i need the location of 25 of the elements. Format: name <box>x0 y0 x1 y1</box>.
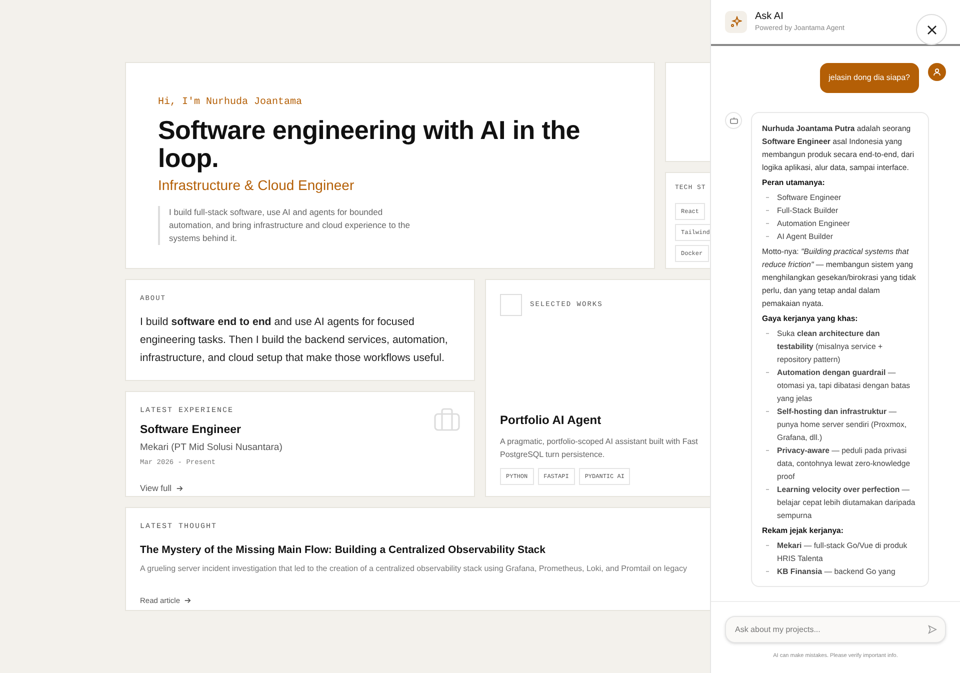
user-message: jelasin dong dia siapa? <box>820 63 919 93</box>
send-icon[interactable] <box>928 625 937 634</box>
greeting-text: Hi, I'm Nurhuda Joantama <box>158 96 304 110</box>
hero-title: Software engineering with AI in the loop. <box>158 116 581 172</box>
about-text: I build software end to end and use AI agents for focused engineering tasks. Then I build the backend services, automation, infrastructure, and cloud setup that make those workflows useful. <box>140 314 449 366</box>
briefcase-icon <box>434 408 460 432</box>
chat-input[interactable]: Ask about my projects... <box>725 616 946 643</box>
article-summary: A grueling server incident investigation that led to the creation of a centralized observability stack using Grafana, Prometheus, Loki, and Promtail on legacy <box>140 563 688 575</box>
project-description: A pragmatic, portfolio-scoped AI assistant built with Fast PostgreSQL turn persistence. <box>500 436 699 461</box>
view-full-link[interactable]: View full <box>140 482 182 495</box>
image-placeholder <box>500 294 522 316</box>
role-title: Software Engineer <box>140 423 242 438</box>
intro-quote: I build full-stack software, use AI and agents for bounded automation, and bring infrastructure and cloud experience to the systems behind it. <box>158 206 418 245</box>
article-title: The Mystery of the Missing Main Flow: Building a Centralized Observability Stack <box>140 543 546 558</box>
bot-avatar-icon <box>725 112 742 129</box>
sparkle-icon <box>725 11 747 33</box>
project-title: Portfolio AI Agent <box>500 412 602 429</box>
close-icon <box>926 24 936 34</box>
arrow-right-icon <box>184 597 192 604</box>
company-name: Mekari (PT Mid Solusi Nusantara) <box>140 440 284 454</box>
user-avatar-icon <box>928 63 946 81</box>
chat-title: Ask AI <box>755 10 784 24</box>
hero-subtitle: Infrastructure & Cloud Engineer <box>158 176 356 195</box>
close-button[interactable] <box>916 14 947 45</box>
arrow-right-icon <box>176 485 182 492</box>
